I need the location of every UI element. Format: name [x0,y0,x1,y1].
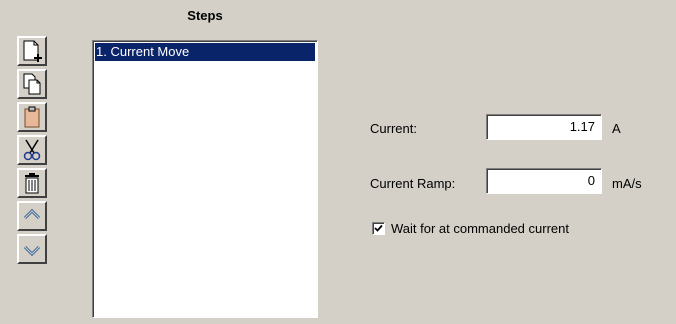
wait-checkbox-row[interactable]: Wait for at commanded current [372,221,569,236]
current-ramp-field[interactable]: 0 [486,168,602,194]
steps-title: Steps [187,8,223,23]
current-unit: A [612,121,621,136]
move-down-icon [23,245,41,257]
paste-icon [24,106,40,128]
steps-toolbar [17,36,51,267]
list-item[interactable]: 1. Current Move [95,43,315,61]
checkmark-icon [374,224,383,232]
move-up-icon [23,208,41,220]
new-step-button[interactable] [17,36,47,66]
move-up-button[interactable] [17,201,47,231]
move-down-button[interactable] [17,234,47,264]
delete-icon [25,173,39,194]
current-field[interactable]: 1.17 [486,114,602,140]
delete-button[interactable] [17,168,47,198]
current-label: Current: [370,121,417,136]
wait-checkbox[interactable] [372,222,385,235]
new-step-icon [23,40,42,62]
copy-button[interactable] [17,69,47,99]
paste-button[interactable] [17,102,47,132]
current-ramp-label: Current Ramp: [370,176,456,191]
cut-icon [23,139,41,161]
copy-icon [23,73,41,95]
current-ramp-unit: mA/s [612,176,642,191]
cut-button[interactable] [17,135,47,165]
wait-checkbox-label: Wait for at commanded current [391,221,569,236]
steps-list[interactable]: 1. Current Move [92,40,318,318]
